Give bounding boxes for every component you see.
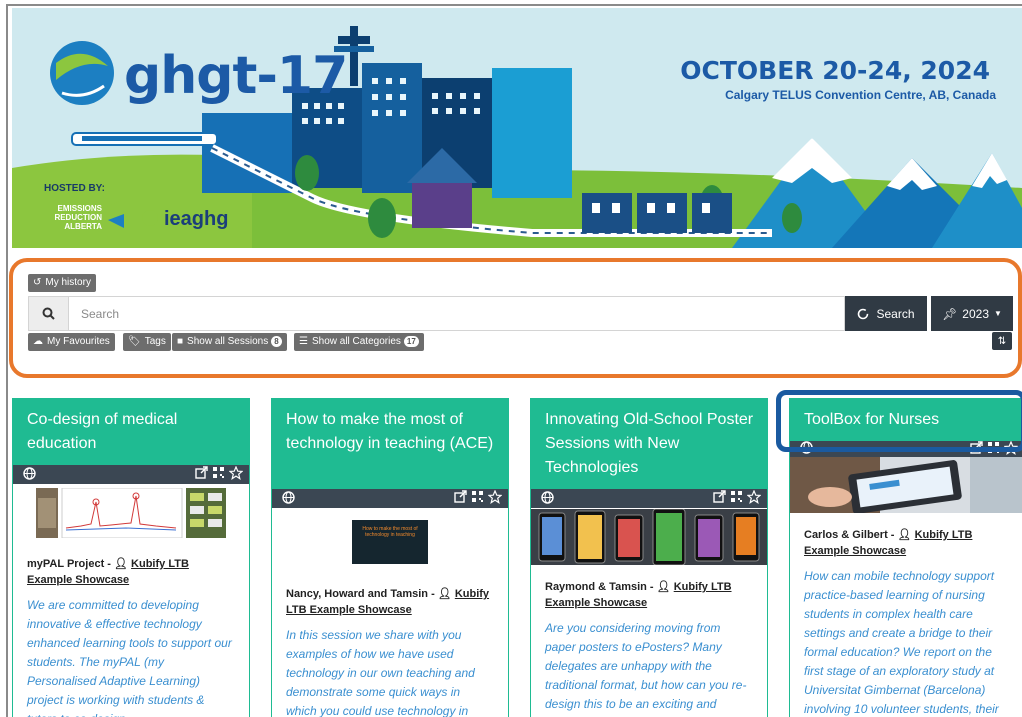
show-all-categories-label: Show all Categories	[311, 336, 401, 347]
star-icon[interactable]	[487, 489, 503, 509]
categories-count-badge: 17	[403, 336, 419, 347]
hosted-by-label: HOSTED BY:	[44, 183, 105, 194]
card-authors: Raymond & Tamsin - 👤︎ Kubify LTB Example…	[531, 579, 767, 611]
globe-icon[interactable]	[541, 491, 554, 509]
session-card[interactable]: Co-design of medical education myPAL Pro…	[12, 398, 250, 717]
my-history-button[interactable]: ↺ My history	[28, 274, 96, 292]
qr-code-icon[interactable]	[212, 466, 225, 485]
refresh-icon	[858, 308, 869, 319]
sessions-count-badge: 8	[271, 336, 282, 347]
card-thumbnail	[36, 487, 226, 539]
card-authors: Carlos & Gilbert - 👤︎ Kubify LTB Example…	[790, 527, 1022, 559]
card-title[interactable]: Innovating Old-School Poster Sessions wi…	[531, 399, 767, 489]
card-authors: myPAL Project - 👤︎ Kubify LTB Example Sh…	[13, 556, 249, 588]
my-favourites-button[interactable]: ☁ My Favourites	[28, 333, 115, 351]
highlight-outline	[776, 390, 1022, 452]
card-thumbnail	[790, 457, 1022, 514]
history-icon: ↺	[33, 277, 42, 288]
session-card[interactable]: How to make the most of technology in te…	[271, 398, 509, 717]
sort-button[interactable]: ⇅	[992, 332, 1012, 350]
host-ieaghg-logo: ieaghg	[164, 208, 229, 230]
card-action-bar	[531, 489, 767, 508]
card-title[interactable]: Co-design of medical education	[13, 399, 249, 465]
year-dropdown-label: 2023	[962, 306, 989, 321]
search-input[interactable]	[68, 296, 845, 331]
card-authors-text: Raymond & Tamsin -	[545, 581, 657, 593]
external-link-icon[interactable]	[454, 490, 467, 509]
qr-code-icon[interactable]	[471, 490, 484, 509]
card-action-bar	[13, 465, 249, 484]
card-authors-text: Carlos & Gilbert -	[804, 529, 898, 541]
my-favourites-label: My Favourites	[47, 336, 110, 347]
my-history-label: My history	[45, 277, 91, 288]
star-icon[interactable]	[746, 489, 762, 509]
pin-icon: 📌︎	[942, 306, 958, 321]
event-banner: ghgt-17 OCTOBER 20-24, 2024 Calgary TELU…	[12, 8, 1022, 248]
show-all-categories-button[interactable]: ☰ Show all Categories 17	[294, 333, 424, 351]
sort-icon: ⇅	[997, 335, 1007, 347]
tags-button[interactable]: 🏷︎ Tags	[123, 333, 171, 351]
host-era-logo: EMISSIONS REDUCTION ALBERTA	[54, 204, 102, 231]
external-link-icon[interactable]	[713, 490, 726, 509]
card-title[interactable]: How to make the most of technology in te…	[272, 399, 508, 489]
globe-icon[interactable]	[23, 467, 36, 485]
show-all-sessions-label: Show all Sessions	[187, 336, 269, 347]
search-button-label: Search	[876, 306, 915, 321]
qr-code-icon[interactable]	[730, 490, 743, 509]
event-brand-name: ghgt-17	[124, 46, 348, 106]
external-link-icon[interactable]	[195, 466, 208, 485]
card-thumbnail-title: How to make the most of technology in te…	[362, 526, 418, 538]
event-date: OCTOBER 20-24, 2024	[680, 56, 990, 85]
card-description: We are committed to developing innovativ…	[27, 598, 232, 717]
card-description: Are you considering moving from paper po…	[545, 621, 747, 717]
search-icon	[42, 307, 55, 320]
caret-down-icon: ▼	[994, 309, 1002, 318]
search-button[interactable]: Search	[845, 296, 927, 331]
file-icon: ■	[177, 336, 184, 347]
list-icon: ☰	[299, 336, 308, 347]
card-description: In this session we share with you exampl…	[286, 628, 475, 717]
cloud-icon: ☁	[33, 336, 43, 347]
card-authors: Nancy, Howard and Tamsin - 👤︎ Kubify LTB…	[272, 586, 508, 618]
user-icon: 👤︎	[437, 588, 452, 600]
card-authors-text: myPAL Project -	[27, 558, 115, 570]
session-card[interactable]: Innovating Old-School Poster Sessions wi…	[530, 398, 768, 717]
user-icon: 👤︎	[897, 529, 912, 541]
user-icon: 👤︎	[114, 558, 128, 570]
search-icon-box	[28, 296, 68, 331]
tags-label: Tags	[144, 336, 166, 347]
user-icon: 👤︎	[656, 581, 671, 593]
year-dropdown-button[interactable]: 📌︎ 2023 ▼	[931, 296, 1013, 331]
card-description: How can mobile technology support practi…	[804, 569, 999, 716]
event-venue: Calgary TELUS Convention Centre, AB, Can…	[725, 88, 996, 102]
card-thumbnail	[531, 508, 767, 566]
globe-icon[interactable]	[282, 491, 295, 509]
card-thumbnail: How to make the most of technology in te…	[352, 512, 428, 564]
card-authors-text: Nancy, Howard and Tamsin -	[286, 588, 438, 600]
tag-icon: 🏷︎	[128, 336, 141, 347]
show-all-sessions-button[interactable]: ■ Show all Sessions 8	[172, 333, 287, 351]
card-action-bar	[272, 489, 508, 508]
search-row: Search 📌︎ 2023 ▼	[28, 296, 1014, 331]
star-icon[interactable]	[228, 465, 244, 485]
